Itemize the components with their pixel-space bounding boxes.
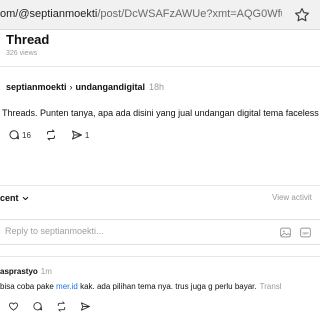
comment-icon[interactable] <box>32 301 43 312</box>
reply-to-link[interactable]: undangandigital <box>76 82 146 92</box>
translate-link[interactable]: Transl <box>257 282 282 291</box>
comment-text-after: kak. ada pilihan tema nya. trus juga g p… <box>77 282 257 291</box>
send-icon <box>71 130 82 140</box>
repost-icon <box>46 129 55 141</box>
heart-icon[interactable] <box>8 301 19 312</box>
post-actions: 16 1 <box>8 128 103 142</box>
reply-input[interactable] <box>5 226 245 236</box>
url-host: om/@septianmoekti <box>0 8 98 20</box>
sort-dropdown[interactable]: cent <box>0 193 30 203</box>
view-count: 326 views <box>6 50 38 57</box>
repost-icon[interactable] <box>56 301 67 312</box>
post-body: Threads. Punten tanya, apa ada disini ya… <box>2 108 319 118</box>
post-time: 18h <box>149 82 165 92</box>
comment-author-link[interactable]: asprastyo <box>0 267 38 276</box>
comment-text-before: bisa coba pake <box>0 282 57 291</box>
view-activity-link[interactable]: View activit <box>272 193 312 202</box>
reply-button[interactable]: 16 <box>8 129 31 141</box>
comment-icon <box>9 130 19 140</box>
svg-text:GIF: GIF <box>302 231 309 235</box>
header-divider <box>0 66 320 67</box>
repost-button[interactable] <box>45 129 57 141</box>
comment-meta: asprastyo 1m <box>0 267 52 276</box>
gif-icon[interactable]: GIF <box>299 226 312 239</box>
image-attach-icon[interactable] <box>279 226 292 239</box>
bookmark-star-icon[interactable] <box>293 6 311 24</box>
post-meta: septianmoekti › undangandigital 18h <box>6 82 164 92</box>
comment-time: 1m <box>40 267 52 276</box>
share-button[interactable]: 1 <box>71 129 89 141</box>
share-count: 1 <box>84 130 90 140</box>
chevron-down-icon <box>22 197 29 201</box>
sort-label: cent <box>0 193 19 203</box>
comment-body: bisa coba pake mer.id kak. ada pilihan t… <box>0 282 320 291</box>
comment-actions <box>8 301 104 312</box>
reply-composer[interactable]: GIF <box>0 219 320 245</box>
post-author-link[interactable]: septianmoekti <box>6 82 67 92</box>
url-text[interactable]: om/@septianmoekti/post/DcWSAFzAWUe?xmt=A… <box>0 8 282 20</box>
send-icon[interactable] <box>80 301 91 312</box>
reply-count: 16 <box>22 130 31 140</box>
reply-chevron: › <box>69 82 73 92</box>
composer-divider <box>0 256 320 257</box>
replies-divider <box>0 185 320 186</box>
page-title: Thread <box>6 32 50 47</box>
url-path: /post/DcWSAFzAWUe?xmt=AQG0Wfued A9X6ANdq… <box>97 8 282 20</box>
comment-link[interactable]: mer.id <box>56 282 78 291</box>
browser-address-bar[interactable]: om/@septianmoekti/post/DcWSAFzAWUe?xmt=A… <box>0 0 320 30</box>
